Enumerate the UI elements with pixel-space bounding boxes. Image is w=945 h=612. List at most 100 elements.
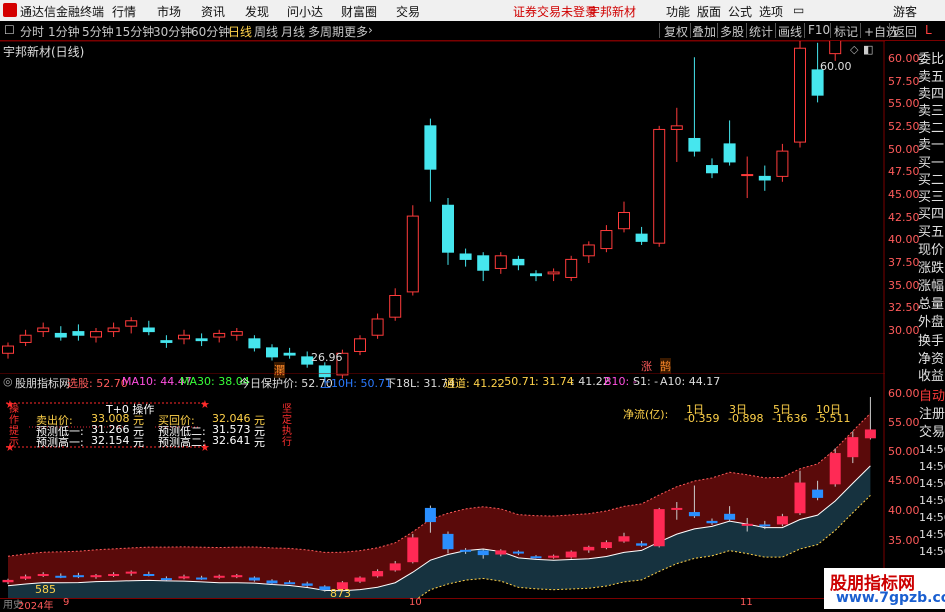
tab-period-1m[interactable]: 1分钟: [48, 23, 80, 40]
ind-bar[interactable]: [231, 575, 243, 578]
tab-period-more[interactable]: 更多: [344, 23, 368, 40]
ind-bar[interactable]: [424, 507, 436, 523]
ind-bar[interactable]: [776, 516, 788, 525]
candle[interactable]: [494, 255, 507, 269]
ind-bar[interactable]: [583, 546, 595, 551]
guest-label[interactable]: 游客: [893, 3, 917, 20]
candle[interactable]: [670, 125, 683, 130]
candle[interactable]: [2, 345, 14, 354]
candle[interactable]: [54, 332, 67, 338]
tab-change[interactable]: 涨跌: [918, 257, 944, 276]
menu-formula[interactable]: 公式: [728, 3, 752, 20]
ind-bar[interactable]: [512, 551, 524, 554]
candle[interactable]: [723, 143, 736, 163]
ind-bar[interactable]: [671, 507, 683, 510]
tab-period-15m[interactable]: 15分钟: [115, 23, 154, 40]
candle[interactable]: [706, 165, 718, 174]
ind-bar[interactable]: [196, 577, 208, 580]
candle[interactable]: [600, 230, 613, 250]
layout-toggle-icon[interactable]: ◧: [863, 43, 873, 56]
candle[interactable]: [248, 338, 261, 349]
candle[interactable]: [19, 334, 32, 343]
tab-turnover[interactable]: 换手: [918, 330, 944, 349]
menu-item-ask[interactable]: 问小达: [287, 3, 323, 20]
candle[interactable]: [758, 175, 771, 181]
candle[interactable]: [178, 334, 190, 340]
tab-register[interactable]: 注册: [919, 403, 945, 422]
ind-bar[interactable]: [266, 580, 278, 584]
ind-bar[interactable]: [741, 523, 753, 526]
tab-sell-1[interactable]: 卖一: [918, 134, 944, 153]
tab-price[interactable]: 现价: [918, 239, 944, 258]
menu-options[interactable]: 选项: [759, 3, 783, 20]
ind-bar[interactable]: [178, 576, 190, 579]
candle[interactable]: [424, 125, 437, 170]
event-marker-2[interactable]: 涨: [641, 358, 652, 374]
ind-bar[interactable]: [37, 574, 49, 576]
multi-stock-button[interactable]: 多股: [720, 23, 744, 40]
menu-item-quotes[interactable]: 行情: [112, 3, 136, 20]
candle[interactable]: [688, 137, 701, 152]
candle[interactable]: [582, 244, 595, 257]
candle[interactable]: [442, 204, 454, 253]
ind-bar[interactable]: [213, 575, 225, 578]
candle[interactable]: [512, 258, 525, 266]
tab-auto[interactable]: 自动: [919, 385, 945, 404]
ind-bar[interactable]: [72, 575, 84, 578]
candle[interactable]: [371, 318, 384, 336]
tab-wei-bi[interactable]: 委比: [918, 48, 944, 67]
tab-buy-4[interactable]: 买四: [918, 203, 944, 222]
ind-bar[interactable]: [319, 586, 331, 590]
candle[interactable]: [829, 41, 842, 55]
draw-button[interactable]: 画线: [778, 23, 802, 40]
tab-buy-5[interactable]: 买五: [918, 221, 944, 240]
minimize-icon[interactable]: ▭: [793, 3, 804, 17]
candle[interactable]: [90, 331, 102, 338]
tab-change-pct[interactable]: 涨幅: [918, 275, 944, 294]
menu-item-trade[interactable]: 交易: [396, 3, 420, 20]
menu-item-discover[interactable]: 发现: [245, 3, 269, 20]
candle[interactable]: [72, 331, 85, 336]
menu-item-wealth[interactable]: 财富圈: [341, 3, 377, 20]
menu-item-market[interactable]: 市场: [157, 3, 181, 20]
candle[interactable]: [811, 69, 824, 96]
ind-bar[interactable]: [794, 482, 806, 514]
candle[interactable]: [283, 352, 296, 356]
candle[interactable]: [195, 338, 208, 342]
ind-bar[interactable]: [90, 575, 102, 578]
candle[interactable]: [776, 150, 789, 177]
ind-bar[interactable]: [565, 551, 577, 558]
ind-bar[interactable]: [143, 574, 155, 576]
tab-period-60m[interactable]: 60分钟: [191, 23, 230, 40]
candle[interactable]: [406, 215, 419, 293]
candle[interactable]: [635, 233, 648, 242]
ind-bar[interactable]: [724, 513, 736, 520]
candle[interactable]: [107, 327, 120, 333]
candle[interactable]: [459, 253, 472, 260]
tab-period-daily[interactable]: 日线: [228, 23, 252, 40]
ind-bar[interactable]: [759, 524, 771, 527]
ind-bar[interactable]: [847, 437, 859, 458]
login-notice[interactable]: 证券交易未登录: [513, 3, 597, 20]
tab-period-multi[interactable]: 多周期: [308, 23, 344, 40]
tab-outer-vol[interactable]: 外盘: [918, 311, 944, 330]
ind-bar[interactable]: [636, 543, 648, 546]
ind-bar[interactable]: [864, 429, 876, 439]
ind-bar[interactable]: [600, 542, 612, 549]
tab-trade[interactable]: 交易: [919, 421, 945, 440]
candle[interactable]: [547, 271, 560, 275]
candle[interactable]: [530, 273, 542, 277]
ind-bar[interactable]: [125, 571, 137, 574]
f10-button[interactable]: F10: [808, 23, 830, 37]
ind-bar[interactable]: [548, 555, 560, 558]
ind-bar[interactable]: [284, 582, 296, 585]
candle[interactable]: [477, 255, 490, 271]
candle[interactable]: [37, 327, 50, 333]
ind-bar[interactable]: [442, 533, 454, 550]
tab-volume[interactable]: 总量: [918, 293, 944, 312]
candle[interactable]: [389, 295, 402, 318]
ind-bar[interactable]: [812, 489, 824, 498]
ind-bar[interactable]: [530, 556, 542, 559]
adjust-button[interactable]: 复权: [664, 23, 688, 40]
candle[interactable]: [125, 320, 138, 327]
